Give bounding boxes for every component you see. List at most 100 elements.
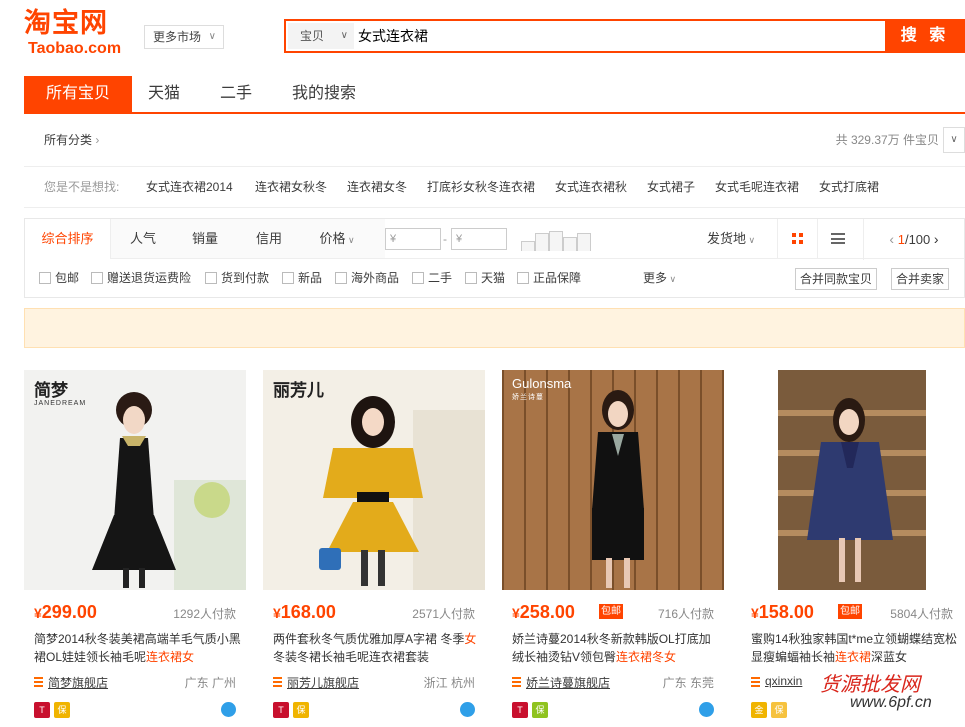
guarantee-icon[interactable]: 保 (771, 702, 787, 718)
sort-bar: 综合排序 人气 销量 信用 价格 ∨ ¥ - ¥ 发货地 ∨ ‹ 1/100 › (25, 219, 964, 260)
tmall-icon[interactable]: T (273, 702, 289, 718)
filter-checkbox[interactable]: 天猫 (465, 259, 505, 297)
filter-checkbox[interactable]: 包邮 (39, 259, 79, 297)
brand-sub: JANEDREAM (34, 400, 87, 407)
sort-price[interactable]: 价格 ∨ (309, 219, 365, 259)
category-row: 所有分类 › 共 329.37万 件宝贝 ∨ (24, 126, 965, 156)
wangwang-chat-icon[interactable] (460, 702, 475, 717)
product-image[interactable]: Gulonsma 娇兰诗蔓 (502, 370, 724, 590)
sort-credit[interactable]: 信用 (243, 219, 295, 259)
shop-link[interactable]: 简梦旗舰店 (34, 674, 108, 691)
list-view-icon (830, 233, 845, 244)
suggestion-link[interactable]: 打底衫女秋冬连衣裙 (427, 167, 535, 207)
chevron-down-icon: ∨ (208, 31, 216, 42)
product-price: ¥158.00 (751, 602, 814, 622)
suggestion-link[interactable]: 连衣裙女秋冬 (255, 167, 327, 207)
brand-logo: 简梦 (34, 381, 68, 400)
filter-checkbox[interactable]: 赠送退货运费险 (91, 259, 191, 297)
filter-checkbox[interactable]: 海外商品 (335, 259, 399, 297)
product-title[interactable]: 娇兰诗蔓2014秋冬新款韩版OL打底加绒长袖烫钻V领包臀连衣裙冬女 (512, 630, 722, 666)
chevron-down-icon: ∨ (340, 30, 348, 41)
tabs-underline (24, 112, 965, 114)
all-categories-link[interactable]: 所有分类 › (44, 126, 99, 154)
product-price: ¥299.00 (34, 602, 97, 622)
guarantee-icon[interactable]: 保 (532, 702, 548, 718)
more-markets-dropdown[interactable]: 更多市场 ∨ (144, 25, 224, 49)
suggestion-link[interactable]: 女式打底裙 (819, 167, 879, 207)
search-input[interactable]: 女式连衣裙 (358, 26, 428, 46)
filter-checkbox[interactable]: 新品 (282, 259, 322, 297)
sort-sales[interactable]: 销量 (179, 219, 231, 259)
chevron-down-icon: ∨ (345, 235, 355, 245)
ship-from-dropdown[interactable]: 发货地 ∨ (707, 219, 755, 260)
taobao-logo-domain[interactable]: Taobao.com (28, 40, 121, 58)
taobao-logo[interactable]: 淘宝网 (24, 8, 108, 38)
product-image[interactable]: 丽芳儿 (263, 370, 485, 590)
tab-my-search[interactable]: 我的搜索 (280, 76, 368, 112)
more-filters-dropdown[interactable]: 更多 ∨ (643, 259, 676, 298)
product-title[interactable]: 简梦2014秋冬装美裙高端羊毛气质小黑裙OL娃娃领长袖毛呢连衣裙女 (34, 630, 244, 666)
wangwang-chat-icon[interactable] (221, 702, 236, 717)
sold-count: 2571人付款 (412, 607, 475, 621)
pager: ‹ 1/100 › (863, 219, 964, 260)
product-image[interactable]: 简梦 JANEDREAM (24, 370, 246, 590)
product-title[interactable]: 蜜购14秋独家韩国t*me立领蝴蝶结宽松显瘦蝙蝠袖长袖连衣裙深蓝女 (751, 630, 961, 666)
wangwang-chat-icon[interactable] (699, 702, 714, 717)
filter-checkbox[interactable]: 正品保障 (517, 259, 581, 297)
next-page-icon[interactable]: › (934, 231, 939, 247)
item-count: 共 329.37万 件宝贝 (835, 133, 939, 147)
product-image[interactable] (741, 370, 963, 590)
product-title[interactable]: 两件套秋冬气质优雅加厚A字裙 冬季女冬装冬裙长袖毛呢连衣裙套装 (273, 630, 483, 666)
filter-checkbox[interactable]: 二手 (412, 259, 452, 297)
search-type-select[interactable]: 宝贝 ∨ (288, 23, 354, 49)
free-shipping-badge: 包邮 (838, 604, 862, 619)
filter-checkbox[interactable]: 货到付款 (205, 259, 269, 297)
gold-seller-icon[interactable]: 金 (751, 702, 767, 718)
price-to-input[interactable]: ¥ (451, 228, 507, 250)
suggestion-link[interactable]: 女式连衣裙秋 (555, 167, 627, 207)
shop-link[interactable]: qxinxin (751, 674, 802, 688)
price-histogram[interactable] (521, 229, 597, 251)
suggestion-link[interactable]: 女式连衣裙2014 (146, 167, 233, 207)
chevron-down-icon[interactable]: ∨ (943, 127, 965, 153)
shop-link[interactable]: 娇兰诗蔓旗舰店 (512, 674, 610, 691)
suggestion-link[interactable]: 女式毛呢连衣裙 (715, 167, 799, 207)
suggestion-link[interactable]: 女式裙子 (647, 167, 695, 207)
product-price: ¥258.00 (512, 602, 575, 622)
tab-tmall[interactable]: 天猫 (132, 76, 196, 112)
brand-logo: 丽芳儿 (273, 381, 324, 400)
filter-panel: 综合排序 人气 销量 信用 价格 ∨ ¥ - ¥ 发货地 ∨ ‹ 1/100 ›… (24, 218, 965, 298)
tab-all-items[interactable]: 所有宝贝 (24, 76, 132, 112)
search-suggestions: 您是不是想找: 女式连衣裙2014 连衣裙女秋冬 连衣裙女冬 打底衫女秋冬连衣裙… (24, 166, 965, 208)
suggestion-link[interactable]: 连衣裙女冬 (347, 167, 407, 207)
search-bar: 宝贝 ∨ 女式连衣裙 搜 索 (284, 19, 965, 53)
product-price: ¥168.00 (273, 602, 336, 622)
price-from-input[interactable]: ¥ (385, 228, 441, 250)
product-card[interactable]: 简梦 JANEDREAM ¥299.00 1292人付款 简梦2014秋冬装美裙… (24, 370, 246, 727)
grid-view-button[interactable] (777, 219, 817, 258)
watermark: 货源批发网 (820, 672, 920, 696)
guarantee-icon[interactable]: 保 (54, 702, 70, 718)
list-view-button[interactable] (817, 219, 857, 258)
page-current: 1 (897, 232, 905, 247)
product-card[interactable]: Gulonsma 娇兰诗蔓 ¥258.00 包邮 716人付款 娇兰诗蔓2014… (502, 370, 724, 727)
tmall-icon[interactable]: T (34, 702, 50, 718)
suggestions-label: 您是不是想找: (44, 180, 120, 194)
merge-sellers-button[interactable]: 合并卖家 (891, 268, 950, 290)
guarantee-icon[interactable]: 保 (293, 702, 309, 718)
price-range-dash: - (443, 232, 447, 246)
watermark-url: www.6pf.cn (850, 694, 932, 711)
sort-popularity[interactable]: 人气 (117, 219, 169, 259)
brand-sub: 娇兰诗蔓 (512, 394, 544, 401)
prev-page-icon[interactable]: ‹ (889, 231, 894, 247)
shop-link[interactable]: 丽芳儿旗舰店 (273, 674, 359, 691)
tmall-icon[interactable]: T (512, 702, 528, 718)
chevron-down-icon: ∨ (667, 274, 677, 284)
sold-count: 5804人付款 (890, 607, 953, 621)
page-total: /100 (904, 232, 931, 247)
tab-second-hand[interactable]: 二手 (204, 76, 268, 112)
sort-comprehensive[interactable]: 综合排序 (25, 219, 111, 259)
product-card[interactable]: 丽芳儿 ¥168.00 2571人付款 两件套秋冬气质优雅加厚A字裙 冬季女冬装… (263, 370, 485, 727)
search-button[interactable]: 搜 索 (885, 19, 965, 53)
merge-same-items-button[interactable]: 合并同款宝贝 (795, 268, 878, 290)
